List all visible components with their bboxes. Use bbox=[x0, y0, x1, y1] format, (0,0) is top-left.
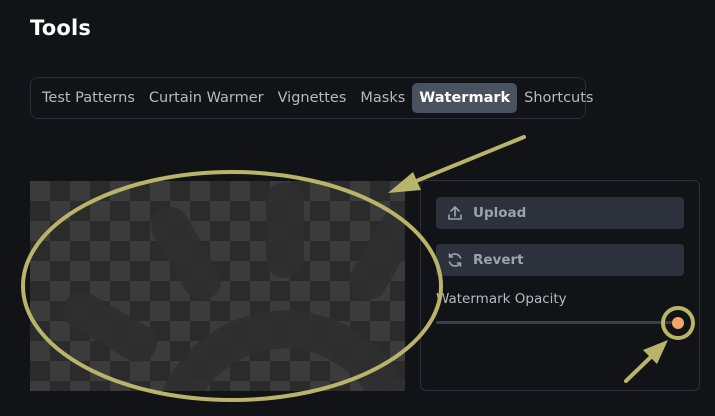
watermark-controls-panel: Upload Revert Watermark Opacity bbox=[420, 180, 700, 391]
revert-button-label: Revert bbox=[473, 252, 524, 268]
tab-watermark[interactable]: Watermark bbox=[412, 83, 518, 113]
watermark-opacity-label: Watermark Opacity bbox=[436, 291, 567, 307]
tab-test-patterns[interactable]: Test Patterns bbox=[35, 83, 142, 113]
tab-vignettes[interactable]: Vignettes bbox=[271, 83, 354, 113]
revert-button[interactable]: Revert bbox=[436, 244, 684, 276]
upload-button-label: Upload bbox=[473, 205, 527, 221]
upload-button[interactable]: Upload bbox=[436, 197, 684, 229]
watermark-ray bbox=[63, 292, 157, 362]
tab-curtain-warmer[interactable]: Curtain Warmer bbox=[142, 83, 271, 113]
tools-tab-bar: Test Patterns Curtain Warmer Vignettes M… bbox=[30, 77, 593, 119]
revert-icon bbox=[446, 251, 464, 269]
upload-icon bbox=[446, 204, 464, 222]
watermark-opacity-slider-thumb[interactable] bbox=[672, 317, 684, 329]
watermark-ray bbox=[349, 207, 405, 300]
watermark-preview bbox=[30, 181, 405, 391]
tools-page: Tools Test Patterns Curtain Warmer Vigne… bbox=[0, 0, 715, 416]
watermark-sun-graphic bbox=[63, 182, 405, 391]
watermark-opacity-slider-track[interactable] bbox=[436, 321, 674, 324]
tab-masks[interactable]: Masks bbox=[353, 83, 412, 113]
annotation-arrow bbox=[402, 135, 526, 188]
watermark-arc bbox=[162, 310, 405, 391]
watermark-ray bbox=[151, 207, 221, 300]
page-title: Tools bbox=[30, 16, 92, 40]
tab-shortcuts[interactable]: Shortcuts bbox=[517, 83, 600, 113]
